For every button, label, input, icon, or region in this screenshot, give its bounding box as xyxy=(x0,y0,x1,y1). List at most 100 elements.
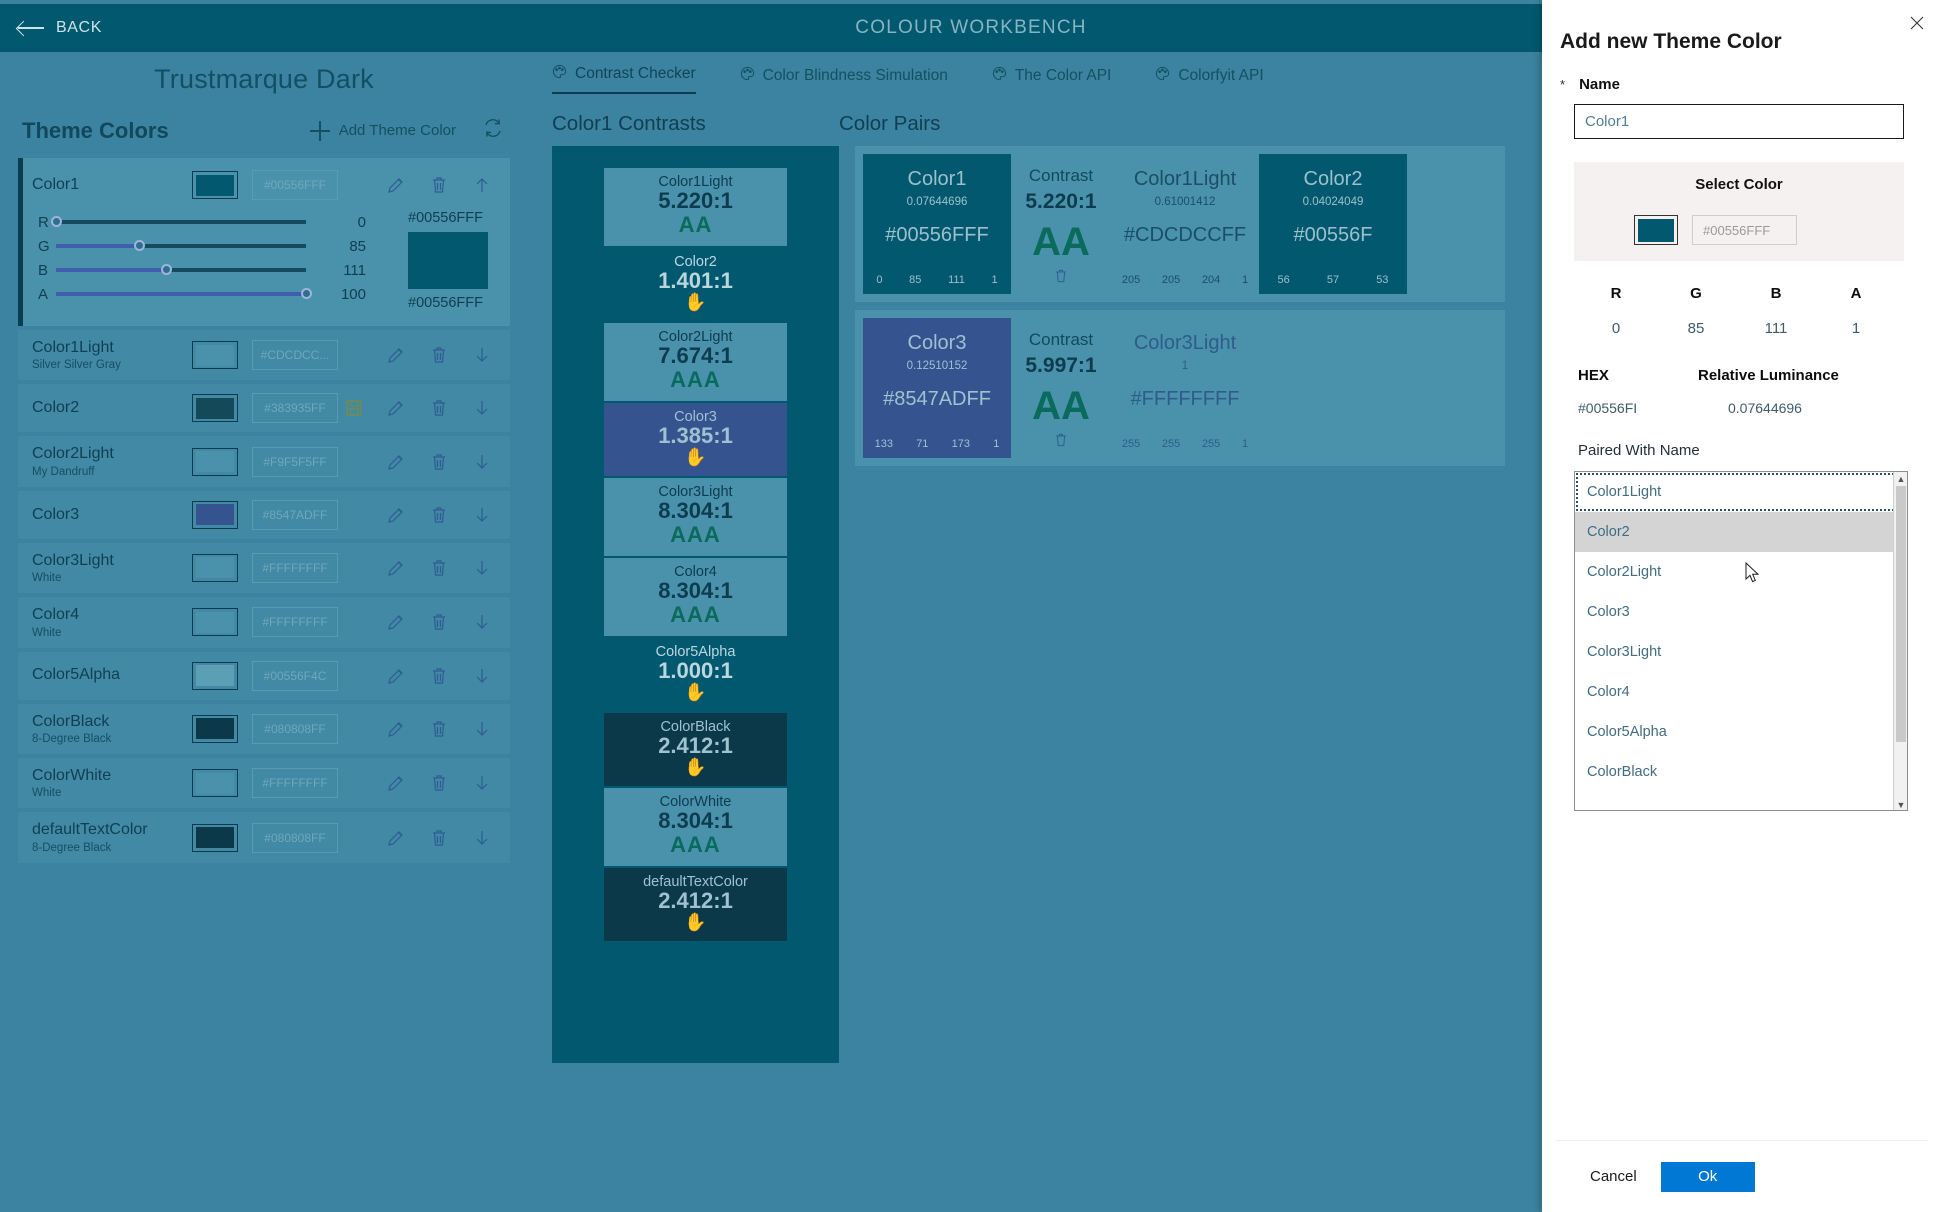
theme-color-row[interactable]: Color2Light My Dandruff #F9F5F5FF xyxy=(18,436,510,487)
delete-trash-icon[interactable] xyxy=(429,773,449,793)
theme-color-swatch[interactable] xyxy=(192,661,238,690)
theme-color-swatch[interactable] xyxy=(192,714,238,743)
move-down-icon[interactable] xyxy=(472,558,492,578)
edit-pencil-icon[interactable] xyxy=(386,719,406,739)
contrast-card[interactable]: Color3Light 8.304:1 AAA xyxy=(604,478,787,556)
contrast-card[interactable]: defaultTextColor 2.412:1 ✋ xyxy=(604,868,787,941)
scroll-up-icon[interactable]: ▲ xyxy=(1894,472,1907,486)
name-input[interactable]: Color1 xyxy=(1574,104,1904,139)
move-down-icon[interactable] xyxy=(472,345,492,365)
delete-trash-icon[interactable] xyxy=(429,175,449,195)
contrast-card[interactable]: ColorWhite 8.304:1 AAA xyxy=(604,788,787,866)
paired-option[interactable]: Color3Light xyxy=(1575,632,1907,672)
paired-option[interactable]: Color3 xyxy=(1575,592,1907,632)
pair-swatch[interactable]: Color3Light 1 #FFFFFFFF 255 255 255 1 xyxy=(1111,318,1259,458)
move-up-icon[interactable] xyxy=(472,175,492,195)
paired-option[interactable]: Color4 xyxy=(1575,672,1907,712)
edit-pencil-icon[interactable] xyxy=(386,505,406,525)
pair-delete-icon[interactable] xyxy=(1053,432,1069,453)
edit-pencil-icon[interactable] xyxy=(386,828,406,848)
slider-track-b[interactable] xyxy=(56,264,306,275)
edit-pencil-icon[interactable] xyxy=(386,773,406,793)
move-down-icon[interactable] xyxy=(472,612,492,632)
paired-option[interactable]: Color5Alpha xyxy=(1575,712,1907,752)
theme-color-swatch[interactable] xyxy=(192,553,238,582)
selected-hex-input[interactable]: #00556FFF xyxy=(252,170,338,200)
theme-color-hex-input[interactable]: #080808FF xyxy=(252,822,338,853)
slider-row-g[interactable]: G 85 xyxy=(38,234,386,258)
contrast-card[interactable]: Color5Alpha 1.000:1 ✋ xyxy=(604,638,787,711)
save-icon[interactable] xyxy=(345,399,363,417)
edit-pencil-icon[interactable] xyxy=(386,175,406,195)
contrast-card[interactable]: Color3 1.385:1 ✋ xyxy=(604,403,787,476)
theme-color-row[interactable]: Color5Alpha #00556F4C xyxy=(18,651,510,700)
delete-trash-icon[interactable] xyxy=(429,345,449,365)
theme-color-row[interactable]: ColorBlack 8-Degree Black #080808FF xyxy=(18,703,510,754)
ok-button[interactable]: Ok xyxy=(1660,1161,1755,1192)
delete-trash-icon[interactable] xyxy=(429,828,449,848)
theme-color-swatch[interactable] xyxy=(192,500,238,529)
dialog-hex-input[interactable]: #00556FFF xyxy=(1692,215,1797,245)
edit-pencil-icon[interactable] xyxy=(386,558,406,578)
delete-trash-icon[interactable] xyxy=(429,398,449,418)
cancel-button[interactable]: Cancel xyxy=(1590,1168,1637,1185)
slider-track-a[interactable] xyxy=(56,288,312,299)
move-down-icon[interactable] xyxy=(472,452,492,472)
theme-color-swatch[interactable] xyxy=(192,447,238,476)
move-down-icon[interactable] xyxy=(472,828,492,848)
contrast-card[interactable]: Color4 8.304:1 AAA xyxy=(604,558,787,636)
pair-swatch[interactable]: Color1Light 0.61001412 #CDCDCCFF 205 205 2… xyxy=(1111,154,1259,294)
theme-color-hex-input[interactable]: #FFFFFFFF xyxy=(252,607,338,638)
tab-color-blindness-simulation[interactable]: Color Blindness Simulation xyxy=(740,66,948,94)
edit-pencil-icon[interactable] xyxy=(386,452,406,472)
move-down-icon[interactable] xyxy=(472,398,492,418)
paired-option[interactable]: Color1Light xyxy=(1575,472,1907,512)
theme-color-swatch[interactable] xyxy=(192,823,238,852)
theme-color-row[interactable]: Color1Light Silver Silver Gray #CDCDCC..… xyxy=(18,330,510,381)
tab-contrast-checker[interactable]: Contrast Checker xyxy=(552,64,696,94)
edit-pencil-icon[interactable] xyxy=(386,612,406,632)
edit-pencil-icon[interactable] xyxy=(386,398,406,418)
refresh-icon[interactable] xyxy=(482,117,504,144)
contrast-card[interactable]: Color2Light 7.674:1 AAA xyxy=(604,323,787,401)
theme-color-swatch[interactable] xyxy=(192,769,238,798)
listbox-scrollbar[interactable]: ▲ ▼ xyxy=(1893,472,1907,810)
edit-pencil-icon[interactable] xyxy=(386,345,406,365)
delete-trash-icon[interactable] xyxy=(429,719,449,739)
move-down-icon[interactable] xyxy=(472,505,492,525)
delete-trash-icon[interactable] xyxy=(429,505,449,525)
theme-color-hex-input[interactable]: #080808FF xyxy=(252,713,338,744)
tab-colorfyit-api[interactable]: Colorfyit API xyxy=(1155,66,1264,94)
edit-pencil-icon[interactable] xyxy=(386,666,406,686)
theme-color-swatch[interactable] xyxy=(192,608,238,637)
theme-color-hex-input[interactable]: #00556F4C xyxy=(252,660,338,691)
theme-color-row[interactable]: Color4 White #FFFFFFFF xyxy=(18,597,510,648)
pair-swatch[interactable]: Color1 0.07644696 #00556FFF 0 85 111 1 xyxy=(863,154,1011,294)
paired-option[interactable]: ColorBlack xyxy=(1575,752,1907,792)
delete-trash-icon[interactable] xyxy=(429,452,449,472)
move-down-icon[interactable] xyxy=(472,719,492,739)
delete-trash-icon[interactable] xyxy=(429,612,449,632)
paired-option[interactable]: Color2Light xyxy=(1575,552,1907,592)
pair-swatch[interactable]: Color2 0.04024049 #00556F 56 57 53 xyxy=(1259,154,1407,294)
scroll-down-icon[interactable]: ▼ xyxy=(1894,798,1907,810)
delete-trash-icon[interactable] xyxy=(429,558,449,578)
delete-trash-icon[interactable] xyxy=(429,666,449,686)
theme-color-hex-input[interactable]: #8547ADFF xyxy=(252,499,338,530)
theme-color-hex-input[interactable]: #CDCDCC... xyxy=(252,340,338,371)
tab-the-color-api[interactable]: The Color API xyxy=(992,66,1111,94)
selected-color-swatch[interactable] xyxy=(192,171,238,199)
dialog-color-swatch[interactable] xyxy=(1634,215,1678,245)
move-down-icon[interactable] xyxy=(472,773,492,793)
theme-color-swatch[interactable] xyxy=(192,341,238,370)
theme-color-row[interactable]: defaultTextColor 8-Degree Black #080808F… xyxy=(18,812,510,863)
theme-color-hex-input[interactable]: #FFFFFFFF xyxy=(252,768,338,799)
pair-swatch[interactable]: Color3 0.12510152 #8547ADFF 133 71 173 1 xyxy=(863,318,1011,458)
theme-color-row-selected[interactable]: Color1 #00556FFF R 0 G 85 B 111 A 100 #0… xyxy=(18,158,510,326)
theme-color-row[interactable]: Color3 #8547ADFF xyxy=(18,490,510,539)
theme-color-hex-input[interactable]: #FFFFFFFF xyxy=(252,552,338,583)
theme-color-row[interactable]: Color2 #383935FF xyxy=(18,384,510,433)
contrast-card[interactable]: Color1Light 5.220:1 AA xyxy=(604,168,787,246)
theme-color-hex-input[interactable]: #F9F5F5FF xyxy=(252,446,338,477)
slider-track-r[interactable] xyxy=(51,216,306,227)
